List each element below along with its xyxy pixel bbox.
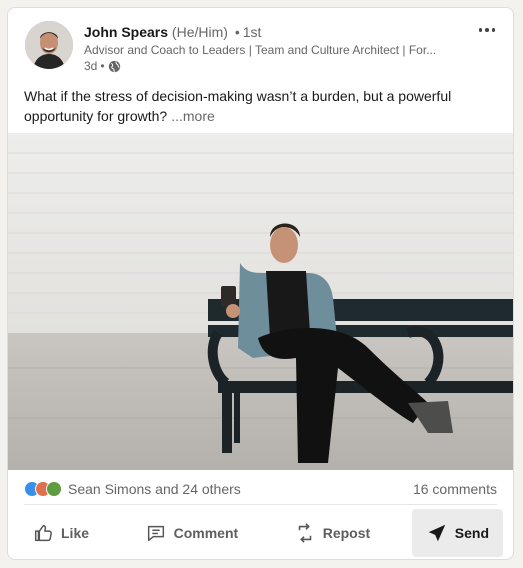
globe-icon	[108, 60, 121, 73]
like-icon	[32, 522, 54, 544]
action-divider	[24, 504, 497, 505]
author-headline[interactable]: Advisor and Coach to Leaders | Team and …	[84, 42, 464, 58]
author-avatar[interactable]	[25, 21, 73, 69]
time-separator: •	[100, 59, 105, 73]
social-counts: Sean Simons and 24 others 16 comments	[8, 478, 513, 500]
reaction-icons[interactable]	[24, 480, 62, 498]
reactors-text[interactable]: Sean Simons and 24 others	[68, 479, 241, 499]
see-more-link[interactable]: ...more	[171, 108, 215, 124]
like-button[interactable]: Like	[18, 509, 103, 557]
separator-dot: •	[234, 24, 240, 40]
more-options-icon[interactable]	[475, 22, 499, 38]
comment-icon	[145, 522, 167, 544]
author-name[interactable]: John Spears	[84, 24, 168, 40]
author-pronouns: (He/Him)	[171, 24, 228, 40]
repost-button[interactable]: Repost	[280, 509, 384, 557]
repost-icon	[294, 522, 316, 544]
like-label: Like	[61, 525, 90, 541]
repost-label: Repost	[322, 525, 371, 541]
post-meta: 3d •	[84, 58, 121, 74]
author-name-line: John Spears (He/Him) • 1st	[84, 23, 261, 41]
comment-label: Comment	[173, 525, 239, 541]
post-time: 3d	[84, 59, 98, 73]
connection-degree: 1st	[242, 24, 262, 40]
send-button[interactable]: Send	[411, 509, 503, 557]
post-body: What if the stress of decision-making wa…	[24, 86, 494, 126]
feed-post-card: John Spears (He/Him) • 1st Advisor and Co…	[7, 7, 514, 560]
post-text: What if the stress of decision-making wa…	[24, 88, 452, 124]
post-header: John Spears (He/Him) • 1st Advisor and Co…	[8, 8, 513, 86]
support-reaction-icon	[46, 481, 62, 497]
send-label: Send	[454, 525, 489, 541]
post-actions: Like Comment Repost Send	[18, 509, 503, 557]
comment-button[interactable]: Comment	[131, 509, 253, 557]
send-icon	[426, 522, 448, 544]
post-image[interactable]	[8, 133, 513, 470]
comments-count[interactable]: 16 comments	[413, 479, 497, 499]
